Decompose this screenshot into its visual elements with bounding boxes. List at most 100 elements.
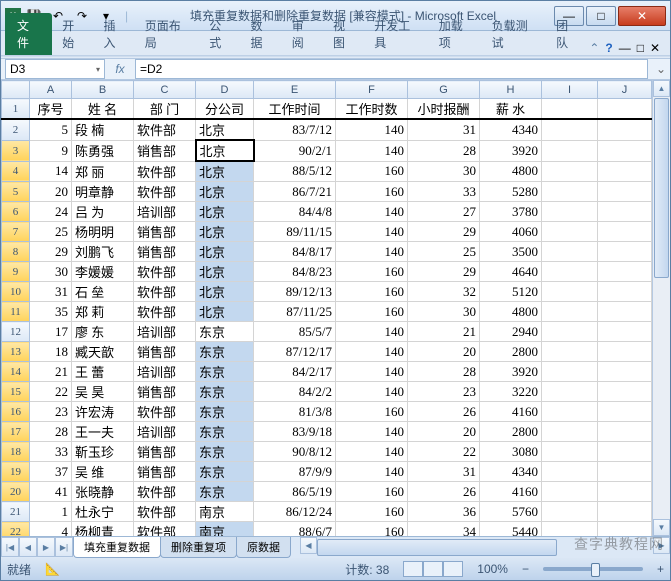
cell[interactable] xyxy=(598,182,652,202)
cell[interactable]: 4 xyxy=(30,522,72,537)
cell[interactable]: 21 xyxy=(30,362,72,382)
cell[interactable]: 3780 xyxy=(480,202,542,222)
cell[interactable]: 东京 xyxy=(196,362,254,382)
cell[interactable]: 140 xyxy=(336,382,408,402)
tab-team[interactable]: 团队 xyxy=(548,13,587,55)
cell[interactable]: 14 xyxy=(30,161,72,182)
cell[interactable]: 4340 xyxy=(480,119,542,140)
cell[interactable]: 北京 xyxy=(196,202,254,222)
cell[interactable] xyxy=(598,322,652,342)
cell[interactable]: 序号 xyxy=(30,99,72,120)
cell[interactable] xyxy=(598,99,652,120)
cell[interactable] xyxy=(598,482,652,502)
row-header[interactable]: 3 xyxy=(2,140,30,161)
zoom-slider[interactable] xyxy=(543,567,643,571)
row-header[interactable]: 6 xyxy=(2,202,30,222)
scroll-up-icon[interactable]: ▲ xyxy=(653,80,670,97)
help-icon[interactable]: ? xyxy=(605,41,612,55)
cell[interactable]: 28 xyxy=(408,140,480,161)
cell[interactable]: 销售部 xyxy=(134,222,196,242)
row-header[interactable]: 12 xyxy=(2,322,30,342)
cell[interactable] xyxy=(542,262,598,282)
cell[interactable]: 北京 xyxy=(196,161,254,182)
cell[interactable]: 薪 水 xyxy=(480,99,542,120)
cell[interactable]: 北京 xyxy=(196,182,254,202)
row-header[interactable]: 8 xyxy=(2,242,30,262)
cell[interactable] xyxy=(542,119,598,140)
cell[interactable]: 22 xyxy=(30,382,72,402)
cell[interactable]: 郑 莉 xyxy=(72,302,134,322)
cell[interactable]: 36 xyxy=(408,502,480,522)
cell[interactable]: 160 xyxy=(336,522,408,537)
cell[interactable]: 软件部 xyxy=(134,482,196,502)
cell[interactable]: 靳玉珍 xyxy=(72,442,134,462)
sheet-nav-prev-icon[interactable]: ◀ xyxy=(19,537,37,557)
cell[interactable]: 18 xyxy=(30,342,72,362)
cell[interactable]: 东京 xyxy=(196,342,254,362)
cell[interactable]: 140 xyxy=(336,242,408,262)
cell[interactable] xyxy=(542,140,598,161)
cell[interactable]: 88/5/12 xyxy=(254,161,336,182)
cell[interactable]: 东京 xyxy=(196,462,254,482)
cell[interactable]: 20 xyxy=(30,182,72,202)
close-button[interactable]: ✕ xyxy=(618,6,666,26)
cell[interactable]: 17 xyxy=(30,322,72,342)
cell[interactable] xyxy=(598,342,652,362)
cell[interactable]: 160 xyxy=(336,161,408,182)
cell[interactable] xyxy=(542,322,598,342)
zoom-level[interactable]: 100% xyxy=(477,562,508,576)
cell[interactable]: 30 xyxy=(30,262,72,282)
cell[interactable] xyxy=(598,422,652,442)
cell[interactable]: 83/9/18 xyxy=(254,422,336,442)
col-header[interactable]: I xyxy=(542,81,598,99)
cell[interactable]: 臧天歆 xyxy=(72,342,134,362)
row-header[interactable]: 22 xyxy=(2,522,30,537)
cell[interactable] xyxy=(542,382,598,402)
cell[interactable]: 5280 xyxy=(480,182,542,202)
cell[interactable]: 工作时间 xyxy=(254,99,336,120)
cell[interactable]: 33 xyxy=(408,182,480,202)
cell[interactable]: 160 xyxy=(336,302,408,322)
cell[interactable]: 28 xyxy=(30,422,72,442)
row-header[interactable]: 15 xyxy=(2,382,30,402)
cell[interactable]: 软件部 xyxy=(134,119,196,140)
col-header[interactable]: E xyxy=(254,81,336,99)
cell[interactable] xyxy=(598,382,652,402)
cell[interactable]: 25 xyxy=(408,242,480,262)
cell[interactable] xyxy=(542,442,598,462)
cell[interactable]: 李媛媛 xyxy=(72,262,134,282)
view-pagebreak-button[interactable] xyxy=(443,561,463,577)
row-header[interactable]: 9 xyxy=(2,262,30,282)
scroll-down-icon[interactable]: ▼ xyxy=(653,519,670,536)
cell[interactable] xyxy=(598,202,652,222)
macro-record-icon[interactable]: 📐 xyxy=(45,562,60,576)
cell[interactable]: 4060 xyxy=(480,222,542,242)
cell[interactable]: 3500 xyxy=(480,242,542,262)
cell[interactable]: 4160 xyxy=(480,402,542,422)
scroll-thumb[interactable] xyxy=(654,98,669,278)
scroll-right-icon[interactable]: ▶ xyxy=(653,537,670,554)
cell[interactable]: 34 xyxy=(408,522,480,537)
cell[interactable]: 北京 xyxy=(196,242,254,262)
cell[interactable]: 北京 xyxy=(196,222,254,242)
cell[interactable]: 杨明明 xyxy=(72,222,134,242)
cell[interactable]: 27 xyxy=(408,202,480,222)
row-header[interactable]: 4 xyxy=(2,161,30,182)
col-header[interactable]: C xyxy=(134,81,196,99)
cell[interactable]: 140 xyxy=(336,342,408,362)
cell[interactable]: 25 xyxy=(30,222,72,242)
cell[interactable] xyxy=(598,442,652,462)
cell[interactable]: 29 xyxy=(30,242,72,262)
cell[interactable] xyxy=(598,462,652,482)
vertical-scrollbar[interactable]: ▲ ▼ xyxy=(652,80,670,536)
doc-minimize-icon[interactable]: — xyxy=(619,41,631,55)
row-header[interactable]: 2 xyxy=(2,119,30,140)
cell[interactable] xyxy=(598,140,652,161)
cell[interactable] xyxy=(598,222,652,242)
cell[interactable] xyxy=(542,161,598,182)
cell[interactable]: 87/11/25 xyxy=(254,302,336,322)
cell[interactable]: 5120 xyxy=(480,282,542,302)
row-header[interactable]: 1 xyxy=(2,99,30,120)
cell[interactable]: 41 xyxy=(30,482,72,502)
row-header[interactable]: 18 xyxy=(2,442,30,462)
